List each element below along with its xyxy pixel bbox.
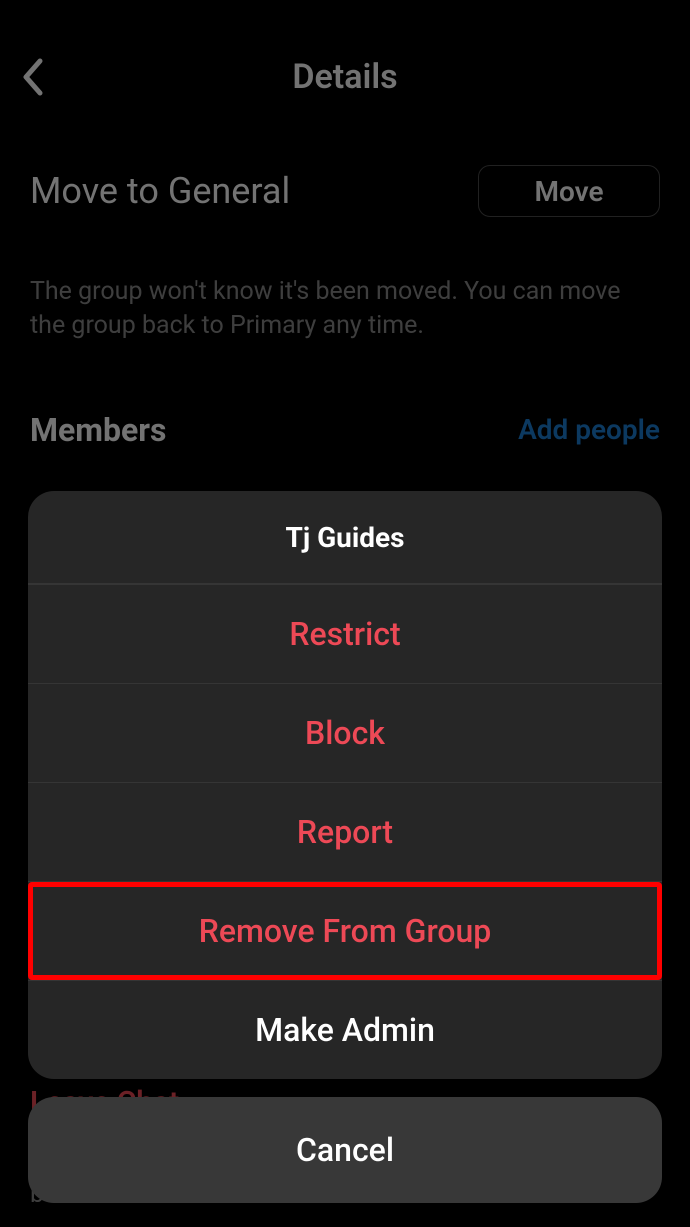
sheet-title: Tj Guides [28, 491, 662, 584]
option-restrict[interactable]: Restrict [28, 584, 662, 683]
option-make-admin[interactable]: Make Admin [28, 980, 662, 1079]
option-remove-from-group[interactable]: Remove From Group [28, 881, 662, 980]
option-report[interactable]: Report [28, 782, 662, 881]
option-block[interactable]: Block [28, 683, 662, 782]
cancel-button[interactable]: Cancel [28, 1097, 662, 1203]
action-sheet: Tj Guides Restrict Block Report Remove F… [28, 491, 662, 1079]
